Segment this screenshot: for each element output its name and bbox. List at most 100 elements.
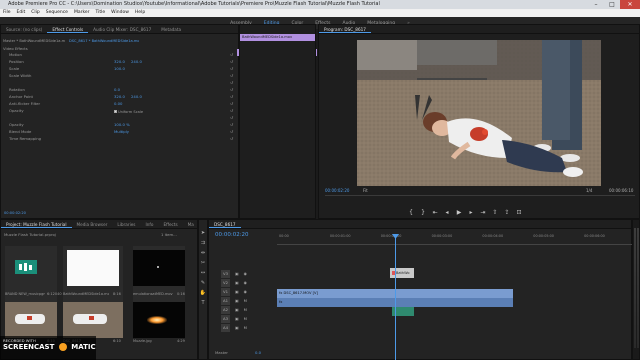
playhead[interactable]: [395, 234, 396, 360]
toggle-output-icon[interactable]: ◉: [244, 288, 247, 296]
program-resolution-select[interactable]: 1/4: [586, 188, 592, 193]
step-forward-icon[interactable]: ▸: [465, 209, 477, 217]
mute-track-icon[interactable]: M: [244, 324, 247, 332]
pen-tool-icon[interactable]: ✎: [201, 280, 205, 286]
reset-parameter-icon[interactable]: ↺: [230, 79, 233, 86]
ec-keyframe-area[interactable]: BathWoundMEDSide1a.mov: [239, 24, 316, 219]
menu-clip[interactable]: Clip: [28, 9, 43, 17]
menu-sequence[interactable]: Sequence: [43, 9, 71, 17]
toggle-output-icon[interactable]: ◉: [244, 279, 247, 287]
audio-track-header[interactable]: A4 ▣ M: [209, 324, 275, 332]
effect-property-row[interactable]: Position 320.0 240.0 ↺: [1, 58, 238, 65]
reset-parameter-icon[interactable]: ↺: [230, 135, 233, 142]
tab-source[interactable]: Source: (no clips): [1, 25, 47, 33]
tab-audio-clip-mixer[interactable]: Audio Clip Mixer: DSC_8617: [88, 25, 156, 33]
lift-icon[interactable]: ⇧: [489, 209, 501, 217]
effect-property-value[interactable]: 0.00: [114, 100, 122, 107]
mark-in-icon[interactable]: {: [405, 209, 417, 217]
hand-tool-icon[interactable]: ✋: [200, 290, 206, 296]
go-to-out-icon[interactable]: ⇥: [477, 209, 489, 217]
video-track-header[interactable]: V2 ▣ ◉: [209, 279, 275, 287]
step-back-icon[interactable]: ◂: [441, 209, 453, 217]
project-item-thumb[interactable]: [63, 302, 123, 338]
tab-metadata[interactable]: Metadata: [156, 25, 186, 33]
toggle-sync-lock-icon[interactable]: ▣: [235, 279, 239, 287]
reset-parameter-icon[interactable]: ↺: [230, 86, 233, 93]
toggle-sync-lock-icon[interactable]: ▣: [235, 324, 239, 332]
effect-property-row[interactable]: Blend Mode Multiply ↺: [1, 128, 238, 135]
extract-icon[interactable]: ⇪: [501, 209, 513, 217]
effect-property-row[interactable]: ↺: [1, 114, 238, 121]
reset-parameter-icon[interactable]: ↺: [230, 72, 233, 79]
menu-file[interactable]: File: [0, 9, 14, 17]
tab-libraries[interactable]: Libraries: [112, 220, 140, 228]
project-item-thumb[interactable]: [5, 302, 57, 338]
effect-property-value[interactable]: 100.0 %: [114, 121, 130, 128]
tab-effect-controls[interactable]: Effect Controls: [47, 25, 89, 33]
tab-markers[interactable]: Ma: [183, 220, 197, 228]
toggle-sync-lock-icon[interactable]: ▣: [235, 315, 239, 323]
tab-effects[interactable]: Effects: [158, 220, 182, 228]
menu-title[interactable]: Title: [93, 9, 109, 17]
video-track-header[interactable]: V3 ▣ ◉: [209, 270, 275, 278]
program-scrub-bar[interactable]: [325, 195, 635, 196]
tab-media-browser[interactable]: Media Browser: [72, 220, 113, 228]
toggle-sync-lock-icon[interactable]: ▣: [235, 306, 239, 314]
mute-track-icon[interactable]: M: [244, 306, 247, 314]
effect-property-value[interactable]: 0.0: [114, 86, 120, 93]
toggle-sync-lock-icon[interactable]: ▣: [235, 270, 239, 278]
audio-track-header[interactable]: A3 ▣ M: [209, 315, 275, 323]
effect-property-value-y[interactable]: 240.0: [131, 58, 142, 65]
effect-property-value[interactable]: 320.0: [114, 58, 125, 65]
selection-tool-icon[interactable]: ➤: [201, 230, 205, 236]
timeline-ruler[interactable]: 00:00 00:00:01:00 00:00:02:00 00:00:03:00 00…: [277, 234, 633, 244]
menu-marker[interactable]: Marker: [71, 9, 93, 17]
toggle-output-icon[interactable]: ◉: [244, 270, 247, 278]
effect-property-value[interactable]: 320.0: [114, 93, 125, 100]
effect-property-row[interactable]: Anchor Point 320.0 240.0 ↺: [1, 93, 238, 100]
tab-program[interactable]: Program: DSC_8617: [319, 25, 371, 33]
play-icon[interactable]: ▶: [453, 209, 465, 217]
minimize-button[interactable]: –: [588, 0, 604, 9]
track-label[interactable]: V3: [221, 270, 231, 278]
project-item-thumb[interactable]: [133, 302, 185, 338]
effect-property-row[interactable]: Scale 100.0 ↺: [1, 65, 238, 72]
reset-parameter-icon[interactable]: ↺: [230, 100, 233, 107]
v2-clip[interactable]: BathWo: [390, 268, 414, 278]
toggle-sync-lock-icon[interactable]: ▣: [235, 297, 239, 305]
effect-property-row[interactable]: Motion ↺: [1, 51, 238, 58]
reset-parameter-icon[interactable]: ↺: [230, 51, 233, 58]
effect-property-row[interactable]: ↺: [1, 79, 238, 86]
sequence-clip-label[interactable]: DSC_8617 * BathWoundMEDSide1a.mov: [69, 39, 139, 45]
reset-parameter-icon[interactable]: ↺: [230, 128, 233, 135]
track-label[interactable]: A2: [221, 306, 231, 314]
ec-clip-bar[interactable]: BathWoundMEDSide1a.mov: [240, 34, 315, 41]
reset-parameter-icon[interactable]: ↺: [230, 107, 233, 114]
menu-edit[interactable]: Edit: [14, 9, 29, 17]
track-label[interactable]: A1: [221, 297, 231, 305]
mute-track-icon[interactable]: M: [244, 315, 247, 323]
program-fit-select[interactable]: Fit: [363, 188, 368, 193]
reset-parameter-icon[interactable]: ↺: [230, 114, 233, 121]
go-to-in-icon[interactable]: ⇤: [429, 209, 441, 217]
ec-timecode[interactable]: 00:00:02:20: [4, 211, 26, 215]
effect-property-row[interactable]: Rotation 0.0 ↺: [1, 86, 238, 93]
audio-track-header[interactable]: A1 ▣ M: [209, 297, 275, 305]
reset-parameter-icon[interactable]: ↺: [230, 121, 233, 128]
menu-help[interactable]: Help: [132, 9, 148, 17]
slip-tool-icon[interactable]: ↔: [201, 270, 205, 276]
reset-parameter-icon[interactable]: ↺: [230, 65, 233, 72]
master-track-volume[interactable]: 0.0: [255, 350, 261, 355]
menu-window[interactable]: Window: [108, 9, 132, 17]
ripple-edit-tool-icon[interactable]: ⇹: [201, 250, 205, 256]
maximize-button[interactable]: □: [604, 0, 620, 9]
track-label[interactable]: A4: [221, 324, 231, 332]
track-label[interactable]: V2: [221, 279, 231, 287]
razor-tool-icon[interactable]: ✂: [201, 260, 205, 266]
reset-parameter-icon[interactable]: ↺: [230, 58, 233, 65]
effect-property-value[interactable]: 100.0: [114, 65, 125, 72]
timeline-timecode[interactable]: 00:00:02:20: [215, 232, 249, 238]
effect-property-value[interactable]: Multiply: [114, 128, 129, 135]
tab-project[interactable]: Project: Muzzle Flash Tutorial: [1, 220, 72, 228]
master-clip-label[interactable]: Master * BathWoundMEDSide1a.mov: [3, 39, 65, 45]
